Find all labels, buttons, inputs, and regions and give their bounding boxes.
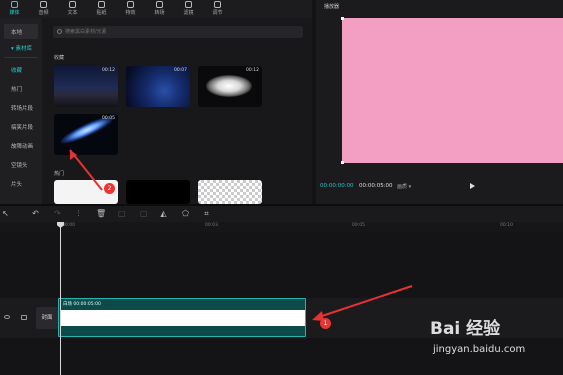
app-window: 媒体 音频 文本 贴纸 特效 转场 滤镜 调节 本地 ▾ 素材库 收藏 热门 转… — [0, 0, 563, 375]
annotation-badge-1: 1 — [320, 318, 331, 329]
baidu-watermark: Bai 经验 jingyan.baidu.com — [430, 314, 560, 372]
annotation-arrow-1 — [321, 285, 413, 317]
watermark-logo: Bai 经验 — [430, 319, 501, 339]
watermark-url: jingyan.baidu.com — [433, 344, 526, 355]
annotation-badge-2: 2 — [104, 183, 115, 194]
